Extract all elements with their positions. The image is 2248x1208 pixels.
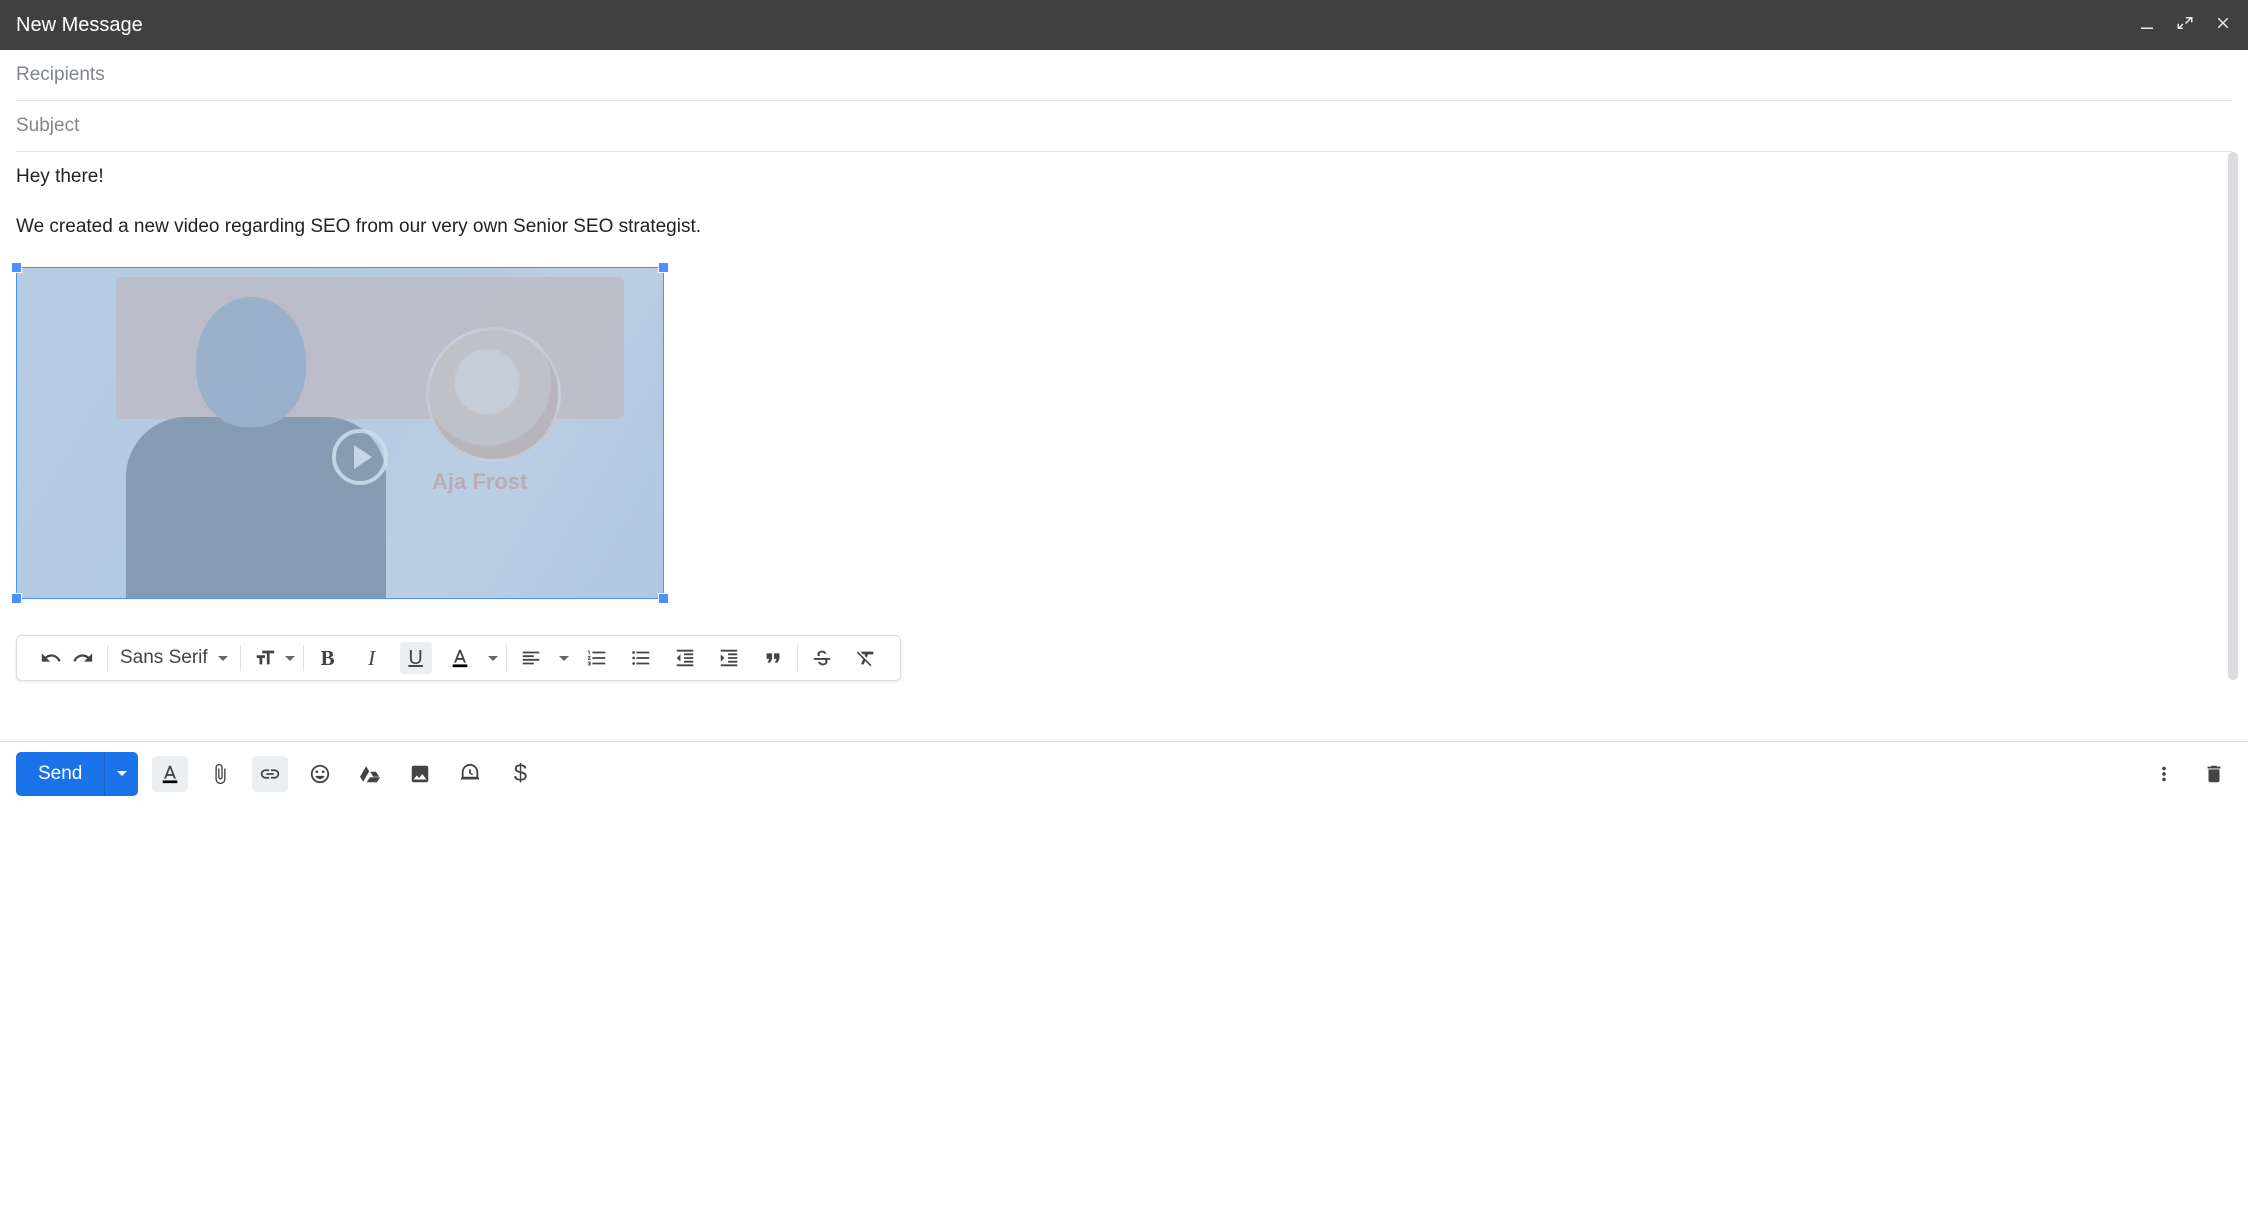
recipients-field[interactable]: Recipients xyxy=(16,50,2232,101)
undo-icon[interactable] xyxy=(35,642,67,674)
redo-icon[interactable] xyxy=(67,642,99,674)
insert-photo-icon[interactable] xyxy=(402,756,438,792)
align-caret[interactable] xyxy=(559,656,569,661)
close-icon[interactable] xyxy=(2214,14,2232,37)
more-options-icon[interactable] xyxy=(2146,756,2182,792)
compose-title: New Message xyxy=(16,14,2138,37)
italic-icon[interactable]: I xyxy=(356,642,388,674)
indent-less-icon[interactable] xyxy=(669,642,701,674)
quote-icon[interactable] xyxy=(757,642,789,674)
discard-draft-icon[interactable] xyxy=(2196,756,2232,792)
bold-icon[interactable]: B xyxy=(312,642,344,674)
compose-header: New Message xyxy=(0,0,2248,50)
confidential-mode-icon[interactable] xyxy=(452,756,488,792)
underline-icon[interactable]: U xyxy=(400,642,432,674)
attach-file-icon[interactable] xyxy=(202,756,238,792)
resize-handle-ne[interactable] xyxy=(658,262,669,273)
send-options-button[interactable] xyxy=(104,752,138,796)
subject-field[interactable]: Subject xyxy=(16,101,2232,152)
text-color-caret[interactable] xyxy=(488,656,498,661)
body-line: Hey there! xyxy=(16,164,2232,190)
minimize-icon[interactable] xyxy=(2138,14,2156,37)
text-color-icon[interactable] xyxy=(444,642,476,674)
body-line: We created a new video regarding SEO fro… xyxy=(16,214,2232,240)
formatting-toolbar: Sans Serif B I U xyxy=(16,635,901,681)
numbered-list-icon[interactable] xyxy=(581,642,613,674)
align-icon[interactable] xyxy=(515,642,547,674)
send-button[interactable]: Send xyxy=(16,752,104,796)
formatting-toggle-icon[interactable] xyxy=(152,756,188,792)
indent-more-icon[interactable] xyxy=(713,642,745,674)
insert-link-icon[interactable] xyxy=(252,756,288,792)
resize-handle-sw[interactable] xyxy=(11,593,22,604)
compose-action-bar: Send $ xyxy=(0,741,2248,805)
insert-emoji-icon[interactable] xyxy=(302,756,338,792)
font-size-caret[interactable] xyxy=(285,656,295,661)
resize-handle-se[interactable] xyxy=(658,593,669,604)
embedded-video-thumbnail[interactable]: Aja Frost xyxy=(16,267,664,599)
insert-drive-icon[interactable] xyxy=(352,756,388,792)
strikethrough-icon[interactable] xyxy=(806,642,838,674)
popout-collapse-icon[interactable] xyxy=(2176,14,2194,37)
bulleted-list-icon[interactable] xyxy=(625,642,657,674)
font-family-select[interactable]: Sans Serif xyxy=(116,647,232,669)
body-scrollbar[interactable] xyxy=(2228,152,2238,680)
font-size-icon[interactable] xyxy=(249,642,281,674)
dollar-icon[interactable]: $ xyxy=(502,756,538,792)
resize-handle-nw[interactable] xyxy=(11,262,22,273)
remove-formatting-icon[interactable] xyxy=(850,642,882,674)
